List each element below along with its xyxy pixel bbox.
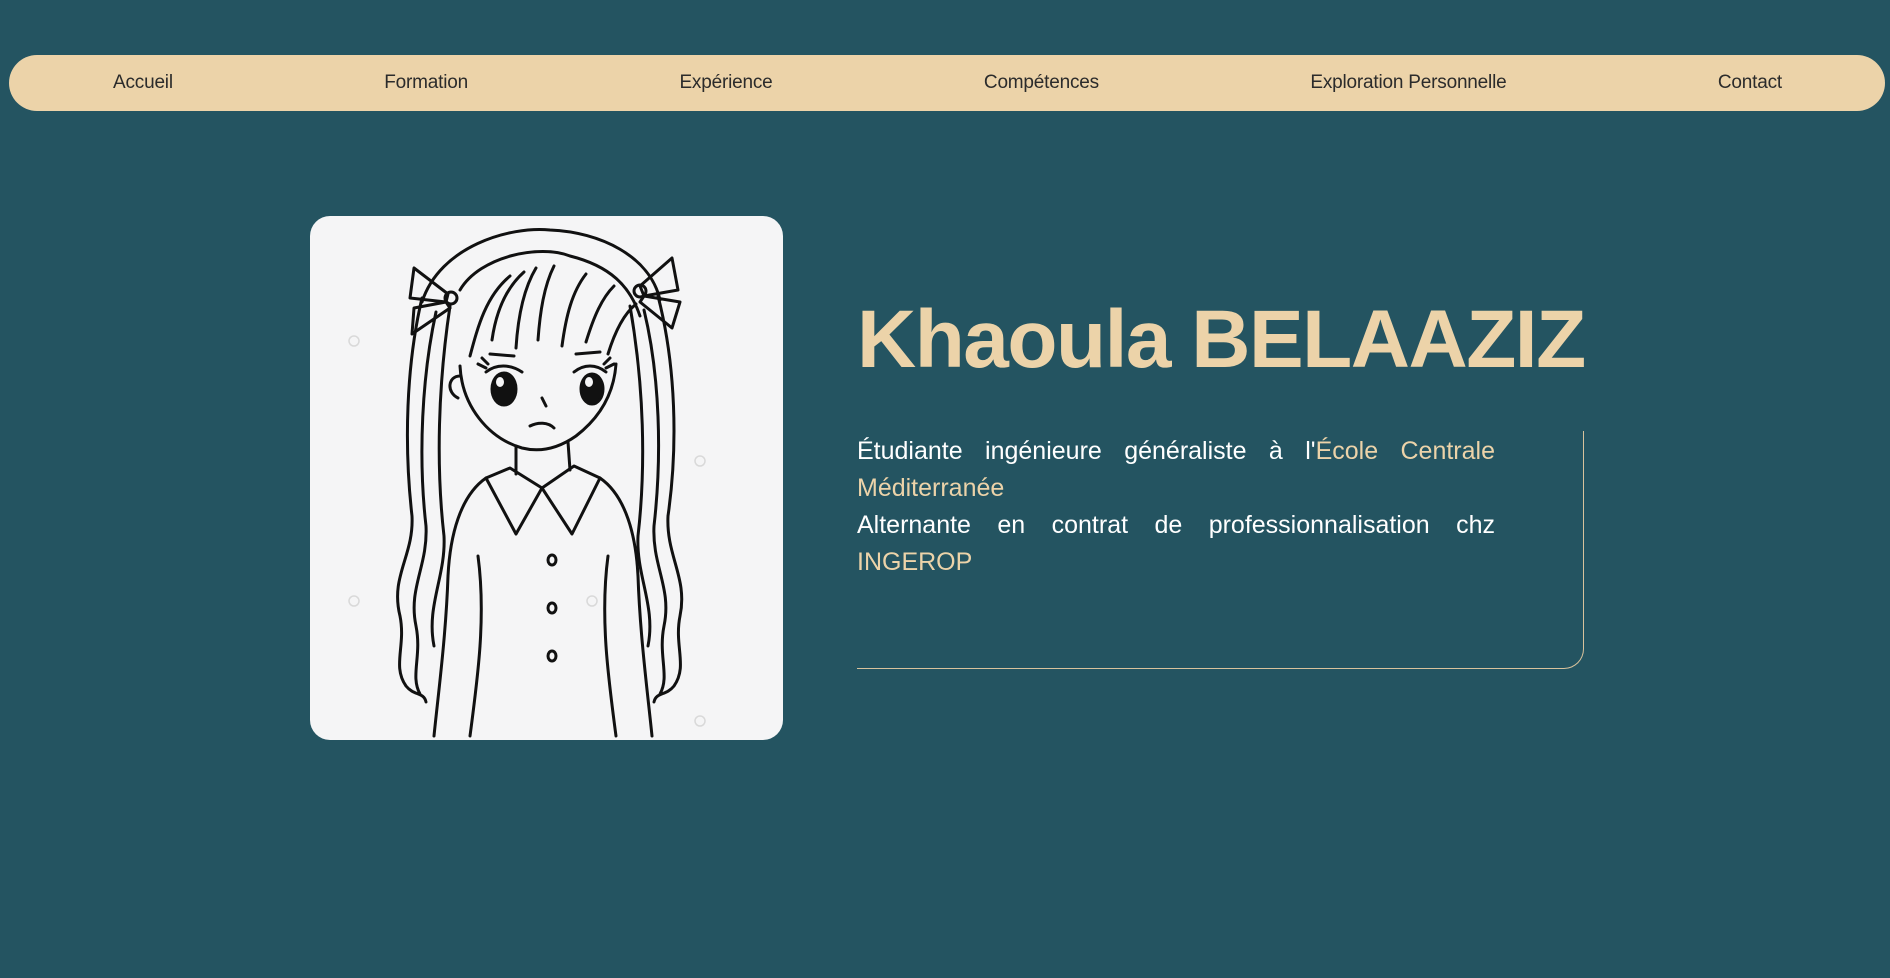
nav-link-contact[interactable]: Contact [1718, 72, 1782, 94]
description-text: Étudiante ingénieure généraliste à l' [857, 437, 1316, 465]
description-line-company: Alternante en contrat de professionnalis… [857, 507, 1495, 581]
anime-girl-illustration [348, 228, 706, 738]
nav-link-accueil[interactable]: Accueil [113, 72, 173, 94]
nav-link-competences[interactable]: Compétences [984, 72, 1099, 94]
nav-link-exploration[interactable]: Exploration Personnelle [1310, 72, 1506, 94]
nav-link-formation[interactable]: Formation [384, 72, 468, 94]
profile-name: Khaoula BELAAZIZ [857, 294, 1586, 385]
description-text: Alternante en contrat de professionnalis… [857, 511, 1495, 539]
company-name: INGEROP [857, 548, 973, 576]
profile-description: Étudiante ingénieure généraliste à l'Éco… [857, 433, 1495, 581]
nav-link-experience[interactable]: Expérience [679, 72, 772, 94]
description-line-school: Étudiante ingénieure généraliste à l'Éco… [857, 433, 1495, 507]
profile-photo [310, 216, 783, 740]
main-navigation: Accueil Formation Expérience Compétences… [9, 55, 1885, 111]
